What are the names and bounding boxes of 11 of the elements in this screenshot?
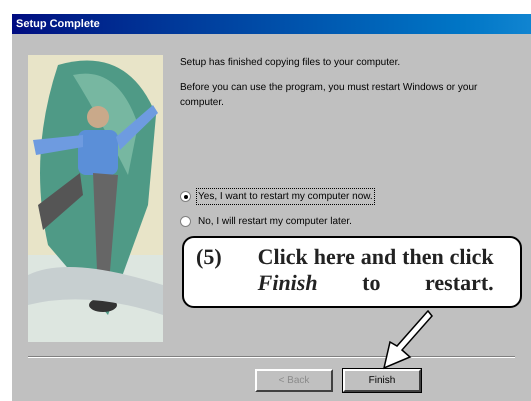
callout-text: Click here and then click Finish to restart. (258, 244, 494, 296)
pointer-arrow (382, 310, 433, 370)
window-title: Setup Complete (16, 16, 100, 32)
radio-button[interactable] (180, 191, 191, 202)
finish-button[interactable]: Finish (343, 369, 421, 392)
radio-label[interactable]: No, I will restart my computer later. (196, 214, 354, 229)
radio-button[interactable] (180, 216, 191, 227)
message-text: Before you can use the program, you must restart Windows or your computer. (180, 81, 478, 110)
radio-label[interactable]: Yes, I want to restart my computer now. (196, 188, 375, 205)
message-text: Setup has finished copying files to your computer. (180, 56, 402, 70)
step-number: (5) (196, 244, 222, 270)
